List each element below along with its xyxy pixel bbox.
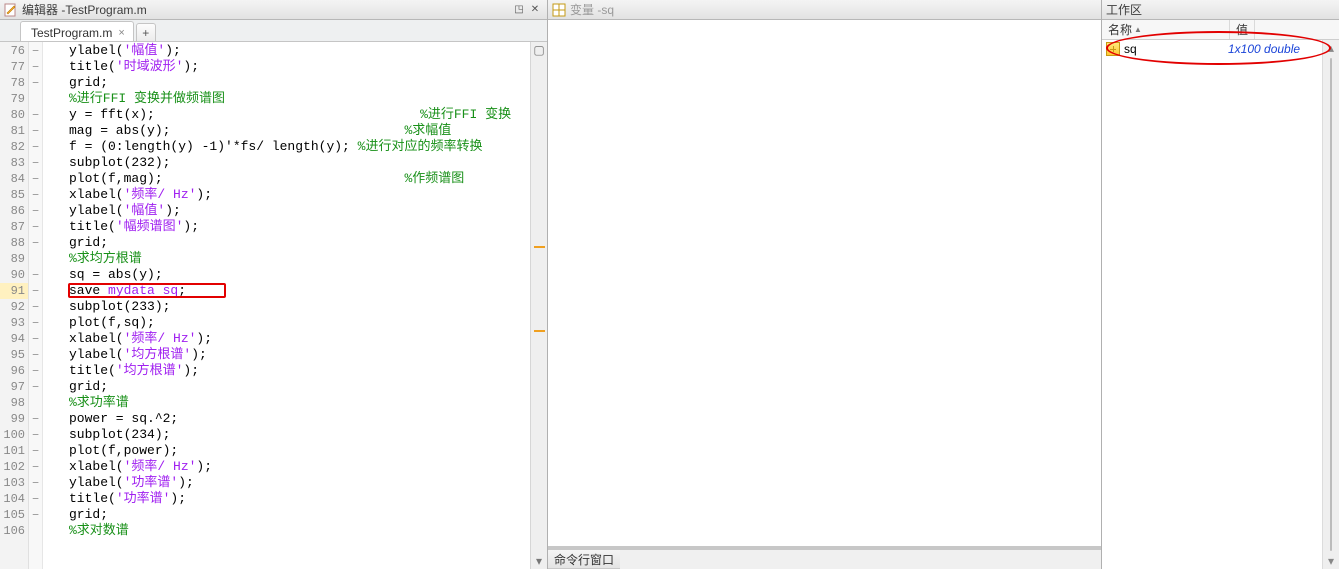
workspace-scrollbar[interactable]: ▴ ▾ [1322,40,1339,569]
scroll-thumb[interactable] [1330,58,1332,551]
editor-analysis-bar[interactable]: ▢ ▾ [530,42,547,569]
fold-column[interactable] [29,42,43,569]
editor-tab-bar: TestProgram.m × + [0,20,547,42]
variable-name: sq [1124,42,1228,56]
restore-down-button[interactable]: ◳ [511,3,527,17]
line-number-gutter: 7677787980818283848586878889909192939495… [0,42,29,569]
workspace-columns: 名称 ▲ 值 [1102,20,1339,40]
variables-title-bar[interactable]: 变量 - sq [548,0,1101,20]
command-window-bar[interactable]: 命令行窗口 [548,546,1101,569]
command-window-title: 命令行窗口 [548,550,620,569]
scroll-down-icon[interactable]: ▾ [531,553,547,569]
editor-title-prefix: 编辑器 - [22,1,65,18]
scroll-down-icon[interactable]: ▾ [1323,553,1339,569]
editor-title-bar: 编辑器 - TestProgram.m ◳ ✕ [0,0,547,20]
editor-icon [4,3,18,17]
workspace-col-name[interactable]: 名称 ▲ [1102,20,1230,39]
tab-label: TestProgram.m [31,26,112,40]
close-panel-button[interactable]: ✕ [527,3,543,17]
variables-title-var: sq [601,3,614,17]
workspace-body[interactable]: sq 1x100 double [1102,40,1322,569]
code-text[interactable]: ylabel('幅值');title('时域波形');grid;%进行FFI 变… [43,42,530,569]
editor-area[interactable]: 7677787980818283848586878889909192939495… [0,42,547,569]
workspace-title: 工作区 [1106,1,1142,18]
workspace-col-value[interactable]: 值 [1230,20,1255,39]
close-tab-button[interactable]: × [118,27,124,39]
variable-icon [1106,42,1120,56]
workspace-title-bar: 工作区 [1102,0,1339,20]
variables-body[interactable] [548,20,1101,546]
variables-icon [552,3,566,17]
tab-testprogram[interactable]: TestProgram.m × [20,21,134,41]
sort-asc-icon: ▲ [1134,25,1142,34]
scroll-up-icon[interactable]: ▴ [1323,40,1339,56]
add-tab-button[interactable]: + [136,23,156,41]
variables-title-prefix: 变量 - [570,1,601,18]
scroll-indicator-top: ▢ [531,42,547,58]
editor-title-file: TestProgram.m [65,3,146,17]
variable-value: 1x100 double [1228,42,1300,56]
workspace-row[interactable]: sq 1x100 double [1102,40,1322,58]
